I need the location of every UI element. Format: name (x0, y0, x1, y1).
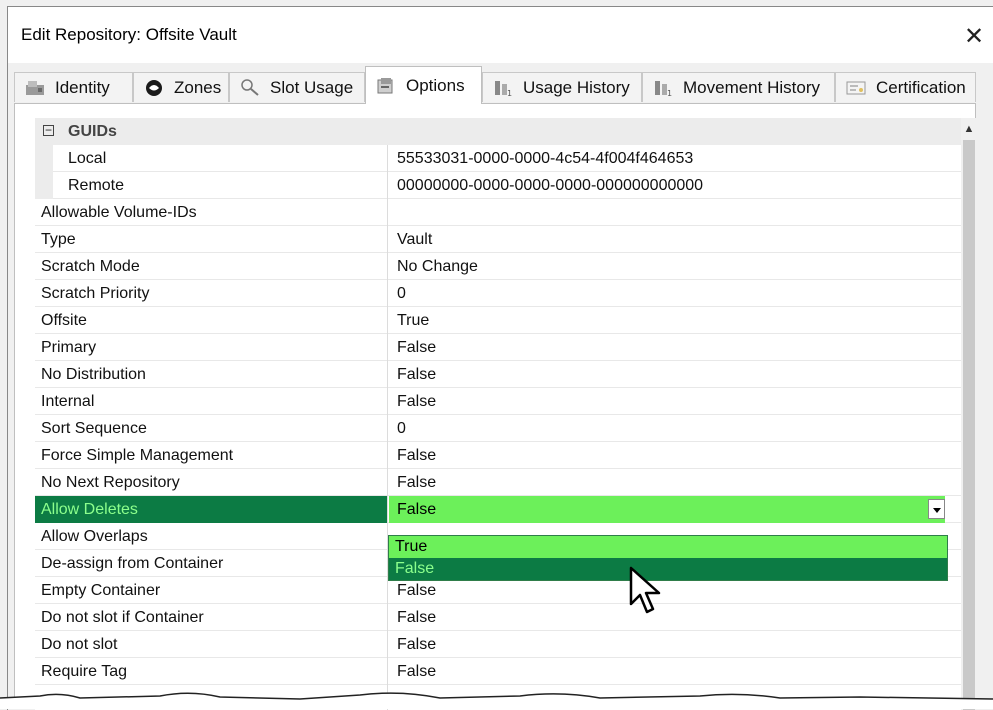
property-name: Allow Deletes (35, 496, 388, 523)
property-row[interactable]: Primary False (35, 334, 961, 361)
property-name: Allow Overlaps (35, 523, 388, 550)
tab-label: Movement History (683, 77, 820, 97)
property-value[interactable]: 00000000-0000-0000-0000-000000000000 (397, 172, 945, 199)
property-name: De-assign from Container (35, 550, 388, 577)
movement-history-icon: 1 (655, 80, 672, 97)
certification-icon (846, 81, 866, 94)
tab-label: Certification (876, 77, 966, 97)
category-header: − GUIDs (35, 118, 961, 145)
property-row-local[interactable]: Local 55533031-0000-0000-4c54-4f004f4646… (35, 145, 961, 172)
property-name: Local (35, 145, 388, 172)
dropdown-option-false[interactable]: False (389, 558, 947, 580)
tab-label: Slot Usage (270, 77, 354, 97)
usage-history-icon: 1 (495, 80, 512, 97)
property-row[interactable]: Do not slot False (35, 631, 961, 658)
property-name: Allowable Volume-IDs (35, 199, 388, 226)
property-row[interactable]: Scratch Priority 0 (35, 280, 961, 307)
tab-label: Usage History (523, 77, 630, 97)
tab-options[interactable]: Options (365, 66, 482, 104)
svg-text:1: 1 (667, 89, 672, 97)
dropdown-arrow-button[interactable] (928, 499, 945, 519)
svg-text:1: 1 (507, 89, 512, 97)
property-row[interactable]: Internal False (35, 388, 961, 415)
property-name: Remote (35, 172, 388, 199)
tab-identity[interactable]: Identity (14, 72, 133, 102)
property-value-editor[interactable]: False (389, 496, 945, 523)
property-name: No Distribution (35, 361, 388, 388)
property-value[interactable]: False (397, 658, 945, 685)
property-row[interactable]: No Next Repository False (35, 469, 961, 496)
property-value[interactable]: False (397, 469, 945, 496)
zones-icon (146, 79, 162, 96)
vertical-scrollbar[interactable]: ▲ (961, 118, 977, 710)
property-row[interactable]: Scratch Mode No Change (35, 253, 961, 280)
property-name: Scratch Mode (35, 253, 388, 280)
property-value[interactable]: False (397, 388, 945, 415)
identity-icon (26, 80, 44, 95)
property-row[interactable]: Type Vault (35, 226, 961, 253)
magnifier-icon (241, 78, 259, 96)
tab-certification[interactable]: Certification (835, 72, 976, 102)
tab-usage-history[interactable]: 1 Usage History (482, 72, 642, 102)
tab-label: Identity (55, 77, 110, 97)
torn-edge-decoration (0, 692, 993, 709)
property-name: Require Tag (35, 658, 388, 685)
property-name: Primary (35, 334, 388, 361)
property-row-allow-deletes[interactable]: Allow Deletes False (35, 496, 961, 523)
tab-movement-history[interactable]: 1 Movement History (642, 72, 835, 102)
property-row[interactable]: Sort Sequence 0 (35, 415, 961, 442)
mouse-pointer-icon (629, 566, 661, 614)
tab-label: Options (406, 75, 465, 95)
tab-zones[interactable]: Zones (133, 72, 229, 102)
options-panel: − GUIDs Local 55533031-0000-0000-4c54-4f… (14, 103, 977, 710)
property-value[interactable]: False (397, 442, 945, 469)
property-name: Internal (35, 388, 388, 415)
scrollbar-thumb[interactable] (963, 140, 975, 710)
property-value[interactable]: False (397, 604, 945, 631)
window-title: Edit Repository: Offsite Vault (21, 25, 237, 44)
property-name: Offsite (35, 307, 388, 334)
property-name: Type (35, 226, 388, 253)
property-value[interactable] (397, 199, 945, 226)
property-row[interactable]: Force Simple Management False (35, 442, 961, 469)
property-name: Do not slot if Container (35, 604, 388, 631)
value-dropdown-list[interactable]: True False (388, 535, 948, 581)
collapse-toggle[interactable]: − (43, 124, 54, 136)
close-button[interactable]: ✕ (954, 17, 993, 57)
category-row-guids: − GUIDs (35, 118, 961, 145)
property-name: No Next Repository (35, 469, 388, 496)
property-name: Scratch Priority (35, 280, 388, 307)
tab-slot-usage[interactable]: Slot Usage (229, 72, 365, 102)
property-row[interactable]: No Distribution False (35, 361, 961, 388)
property-name: Force Simple Management (35, 442, 388, 469)
property-value[interactable]: 55533031-0000-0000-4c54-4f004f464653 (397, 145, 945, 172)
property-name: Sort Sequence (35, 415, 388, 442)
property-row-remote[interactable]: Remote 00000000-0000-0000-0000-000000000… (35, 172, 961, 199)
property-name: Empty Container (35, 577, 388, 604)
property-row[interactable]: Require Tag False (35, 658, 961, 685)
property-value[interactable]: 0 (397, 415, 945, 442)
tab-label: Zones (174, 77, 222, 97)
property-value[interactable]: False (397, 631, 945, 658)
property-value[interactable]: False (397, 334, 945, 361)
property-value[interactable]: False (397, 577, 945, 604)
property-row[interactable]: Do not slot if Container False (35, 604, 961, 631)
property-value[interactable]: 0 (397, 280, 945, 307)
property-row[interactable]: Allowable Volume-IDs (35, 199, 961, 226)
property-value[interactable]: Vault (397, 226, 945, 253)
tab-strip: Identity Zones Slot Usage Options 1 Usag… (14, 66, 976, 104)
selected-value: False (397, 501, 437, 518)
options-icon (377, 77, 393, 93)
title-bar: Edit Repository: Offsite Vault ✕ (8, 7, 993, 63)
property-name: Do not slot (35, 631, 388, 658)
scroll-up-arrow-icon[interactable]: ▲ (961, 118, 977, 138)
dropdown-option-true[interactable]: True (389, 536, 947, 558)
property-row[interactable]: Empty Container False (35, 577, 961, 604)
property-value[interactable]: False (397, 361, 945, 388)
property-row[interactable]: Offsite True (35, 307, 961, 334)
property-grid: − GUIDs Local 55533031-0000-0000-4c54-4f… (35, 118, 961, 710)
category-label: GUIDs (68, 123, 117, 140)
property-value[interactable]: True (397, 307, 945, 334)
property-value[interactable]: No Change (397, 253, 945, 280)
